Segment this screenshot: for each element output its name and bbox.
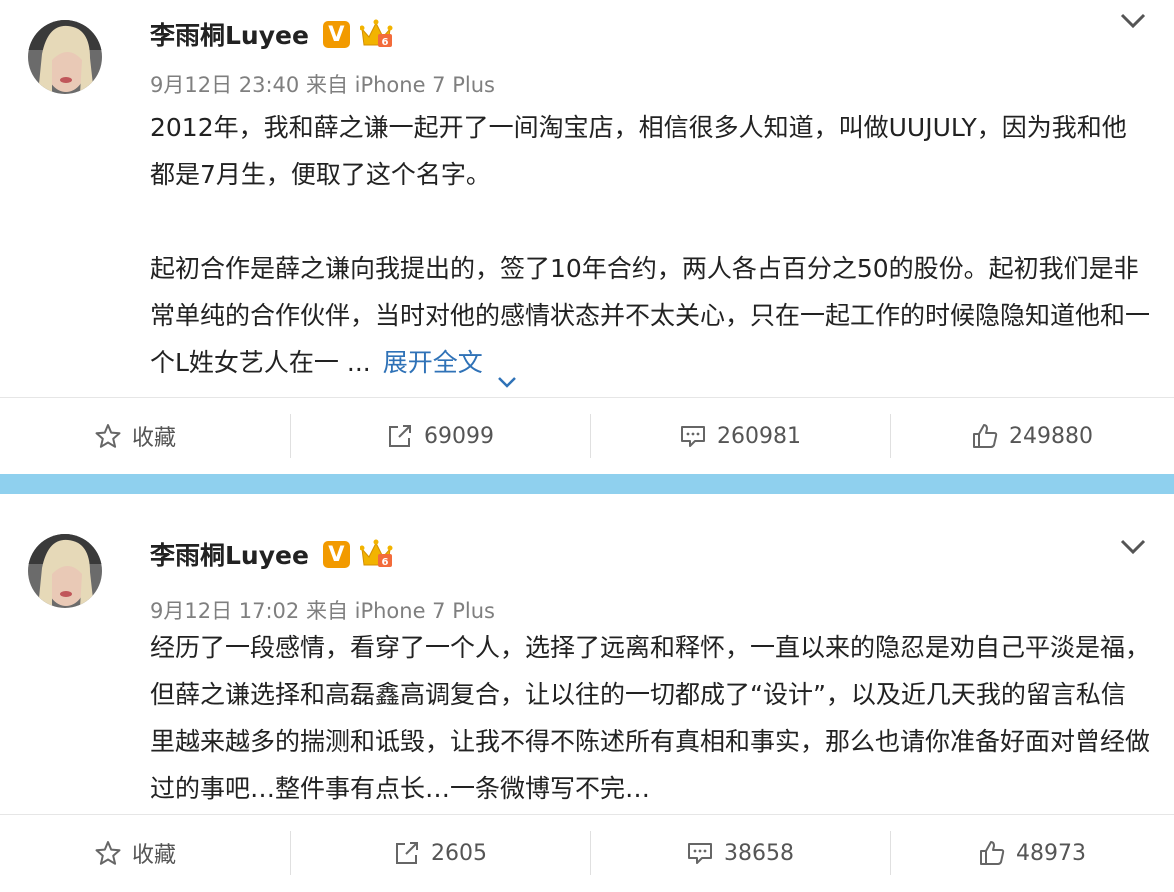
post-paragraph: 2012年，我和薛之谦一起开了一间淘宝店，相信很多人知道，叫做UUJULY，因为… — [150, 113, 1127, 189]
repost-button[interactable]: 69099 — [290, 398, 590, 474]
thumbs-up-icon — [978, 839, 1006, 867]
author-name[interactable]: 李雨桐Luyee — [150, 536, 309, 572]
comment-icon — [679, 422, 707, 450]
repost-button[interactable]: 2605 — [290, 815, 590, 891]
author-name[interactable]: 李雨桐Luyee — [150, 16, 309, 52]
svg-text:6: 6 — [381, 37, 388, 48]
svg-text:6: 6 — [381, 557, 388, 568]
post-meta: 9月12日 23:40 来自 iPhone 7 Plus — [150, 73, 495, 97]
weibo-post: 李雨桐Luyee V 6 9月12日 23:40 来自 iPhone 7 Plu… — [0, 0, 1174, 474]
post-paragraph-text: 起初合作是薛之谦向我提出的，签了10年合约，两人各占百分之50的股份。起初我们是… — [150, 254, 1151, 377]
post-text: 经历了一段感情，看穿了一个人，选择了远离和释怀，一直以来的隐忍是劝自己平淡是福，… — [150, 624, 1150, 812]
like-button[interactable]: 249880 — [890, 398, 1174, 474]
favorite-label: 收藏 — [132, 843, 177, 868]
favorite-button[interactable]: 收藏 — [0, 815, 290, 891]
post-text: 2012年，我和薛之谦一起开了一间淘宝店，相信很多人知道，叫做UUJULY，因为… — [150, 104, 1151, 388]
star-icon — [94, 839, 122, 867]
action-bar: 收藏 69099 260981 249880 — [0, 397, 1174, 474]
star-icon — [94, 422, 122, 450]
avatar[interactable] — [28, 20, 102, 94]
vip-crown-icon: 6 — [359, 539, 394, 569]
favorite-button[interactable]: 收藏 — [0, 398, 290, 474]
like-count: 249880 — [1009, 423, 1093, 449]
verified-badge: V — [322, 20, 350, 48]
expand-full-text-link[interactable]: 展开全文 — [383, 348, 483, 377]
favorite-label: 收藏 — [132, 426, 177, 451]
chevron-down-icon[interactable] — [1120, 12, 1146, 30]
vip-crown-icon: 6 — [359, 19, 394, 49]
verified-badge: V — [322, 540, 350, 568]
post-paragraph: 起初合作是薛之谦向我提出的，签了10年合约，两人各占百分之50的股份。起初我们是… — [150, 245, 1151, 388]
repost-count: 69099 — [424, 423, 494, 449]
chevron-down-icon[interactable] — [1120, 538, 1146, 556]
like-count: 48973 — [1016, 840, 1086, 866]
comment-count: 260981 — [717, 423, 801, 449]
repost-icon — [393, 839, 421, 867]
repost-icon — [386, 422, 414, 450]
post-meta: 9月12日 17:02 来自 iPhone 7 Plus — [150, 599, 495, 623]
comment-button[interactable]: 260981 — [590, 398, 890, 474]
comment-icon — [686, 839, 714, 867]
post-paragraph: 经历了一段感情，看穿了一个人，选择了远离和释怀，一直以来的隐忍是劝自己平淡是福，… — [150, 633, 1151, 803]
repost-count: 2605 — [431, 840, 487, 866]
like-button[interactable]: 48973 — [890, 815, 1174, 891]
action-bar: 收藏 2605 38658 48973 — [0, 814, 1174, 891]
post-divider — [0, 474, 1174, 494]
comment-button[interactable]: 38658 — [590, 815, 890, 891]
comment-count: 38658 — [724, 840, 794, 866]
thumbs-up-icon — [971, 422, 999, 450]
weibo-post: 李雨桐Luyee V 6 9月12日 17:02 来自 iPhone 7 Plu… — [0, 494, 1174, 892]
avatar[interactable] — [28, 534, 102, 608]
chevron-down-icon[interactable] — [497, 357, 517, 388]
